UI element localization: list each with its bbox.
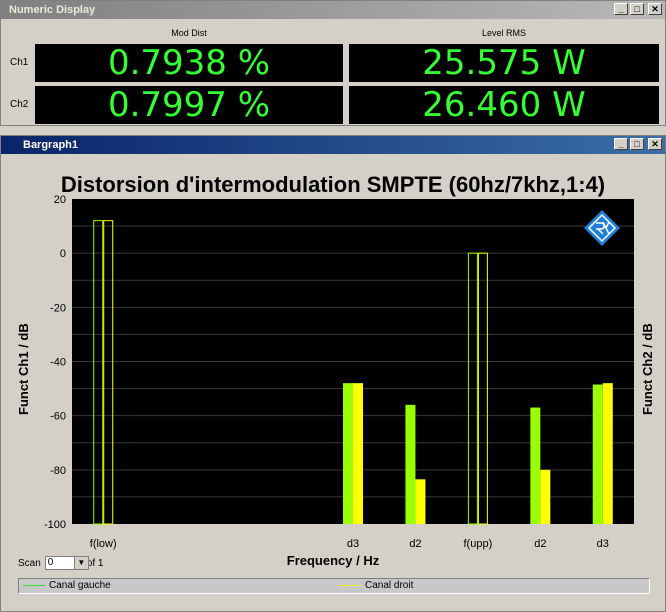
bar-right bbox=[415, 479, 426, 524]
scan-select[interactable]: 0 ▼ bbox=[44, 556, 89, 570]
y-tick-label: -40 bbox=[50, 357, 66, 369]
y-tick-label: -60 bbox=[50, 411, 66, 423]
legend-line-left bbox=[23, 585, 45, 586]
x-tick-label: f(low) bbox=[90, 538, 117, 550]
legend-label-left: Canal gauche bbox=[49, 580, 111, 591]
legend-item-right: Canal droit bbox=[339, 580, 413, 591]
y-axis-label-right: Funct Ch2 / dB bbox=[640, 323, 655, 415]
x-tick-label: d3 bbox=[597, 538, 609, 550]
y-tick-label: -100 bbox=[44, 519, 66, 531]
bar-right bbox=[602, 383, 613, 524]
scan-control: Scan 0 ▼ of 1 bbox=[18, 556, 103, 570]
x-tick-label: d2 bbox=[409, 538, 421, 550]
bar-left bbox=[592, 384, 603, 524]
chevron-down-icon[interactable]: ▼ bbox=[73, 557, 88, 569]
x-tick-label: d3 bbox=[347, 538, 359, 550]
x-tick-label: d2 bbox=[534, 538, 546, 550]
bar-left bbox=[343, 383, 353, 524]
bar-chart: 20 0 -20 -40 -60 -80 -100 f(low) d3 d2 f(upp) d2 d3 bbox=[44, 194, 634, 550]
scan-select-value: 0 bbox=[47, 557, 54, 568]
bar-right bbox=[540, 469, 551, 524]
bar-left bbox=[405, 404, 416, 524]
y-tick-label: -80 bbox=[50, 465, 66, 477]
y-tick-label: -20 bbox=[50, 302, 66, 314]
legend-item-left: Canal gauche bbox=[23, 580, 111, 591]
x-tick-label: f(upp) bbox=[464, 538, 493, 550]
legend-label-right: Canal droit bbox=[365, 580, 414, 591]
bar-left bbox=[530, 407, 541, 524]
y-axis-label-left: Funct Ch1 / dB bbox=[16, 323, 31, 415]
bar-right bbox=[353, 383, 363, 524]
scan-of-label: of 1 bbox=[86, 557, 104, 569]
legend-line-right bbox=[339, 585, 361, 586]
y-tick-label: 0 bbox=[60, 248, 66, 260]
y-tick-label: 20 bbox=[54, 194, 66, 206]
chart-legend: Canal gauche Canal droit bbox=[18, 578, 650, 594]
scan-label: Scan bbox=[18, 557, 41, 569]
